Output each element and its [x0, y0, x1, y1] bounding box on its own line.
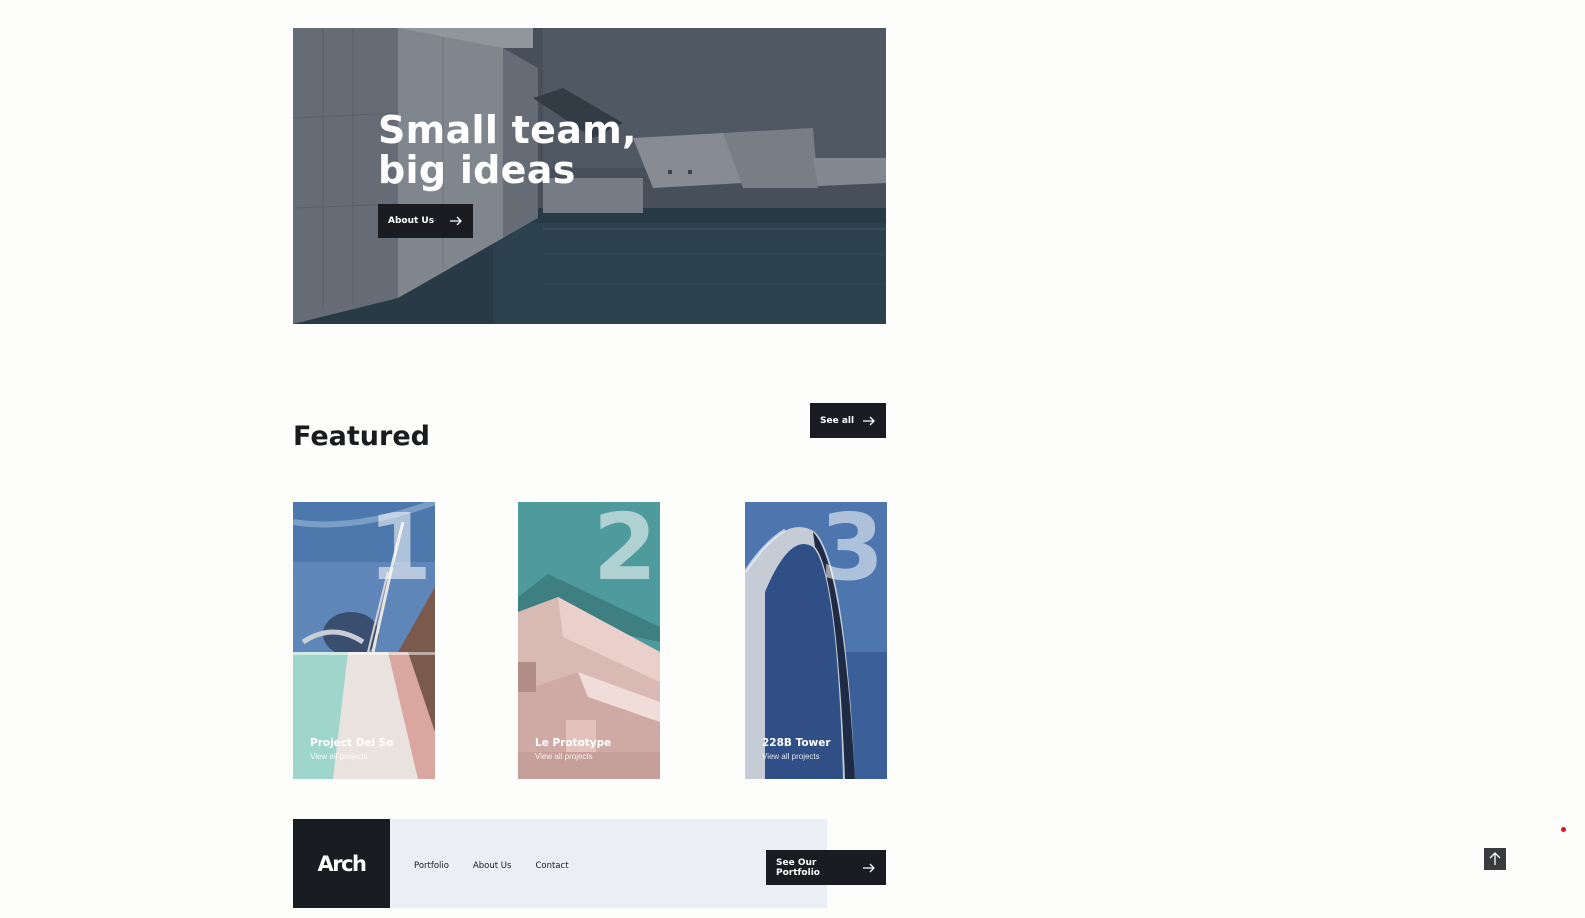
footer-nav-about-us[interactable]: About Us [473, 861, 511, 871]
project-card-2[interactable]: 2 Le Prototype View all projects [518, 502, 660, 779]
arrow-right-icon [863, 863, 875, 872]
featured-heading: Featured [293, 421, 430, 452]
arrow-right-icon [863, 416, 875, 425]
card-number: 2 [592, 502, 657, 601]
view-all-projects-link[interactable]: View all projects [535, 752, 593, 761]
about-us-button-label: About Us [388, 216, 435, 226]
about-us-button[interactable]: About Us [378, 204, 473, 238]
hero-title-line2: big ideas [378, 148, 576, 192]
project-card-1[interactable]: 1 Project Del So View all projects [293, 502, 435, 779]
back-to-top-button[interactable] [1484, 848, 1506, 870]
arrow-up-icon [1489, 852, 1501, 865]
hero-title-line1: Small team, [378, 108, 637, 152]
logo-text: Arch [317, 851, 367, 876]
footer-nav: Portfolio About Us Contact [414, 861, 569, 871]
card-number: 3 [819, 502, 884, 601]
view-all-projects-link[interactable]: View all projects [762, 752, 820, 761]
see-all-button[interactable]: See all [810, 403, 886, 438]
see-our-portfolio-button[interactable]: See Our Portfolio [766, 850, 886, 885]
logo[interactable]: Arch [293, 819, 390, 908]
footer-nav-portfolio[interactable]: Portfolio [414, 861, 449, 871]
footer-nav-contact[interactable]: Contact [535, 861, 568, 871]
see-all-label: See all [820, 415, 855, 426]
card-number: 1 [367, 502, 432, 601]
project-card-3[interactable]: 3 228B Tower View all projects [745, 502, 887, 779]
arrow-right-icon [450, 216, 462, 226]
card-title: Project Del So [310, 737, 394, 749]
card-title: 228B Tower [762, 737, 831, 749]
page: Small team, big ideas About Us Featured … [0, 0, 1585, 918]
hero-banner: Small team, big ideas About Us [293, 28, 886, 324]
card-title: Le Prototype [535, 737, 612, 749]
hero-title: Small team, big ideas [378, 110, 698, 190]
indicator-dot [1561, 827, 1566, 832]
footer: Arch Portfolio About Us Contact [293, 819, 827, 908]
view-all-projects-link[interactable]: View all projects [310, 752, 368, 761]
see-our-portfolio-label: See Our Portfolio [776, 857, 820, 878]
